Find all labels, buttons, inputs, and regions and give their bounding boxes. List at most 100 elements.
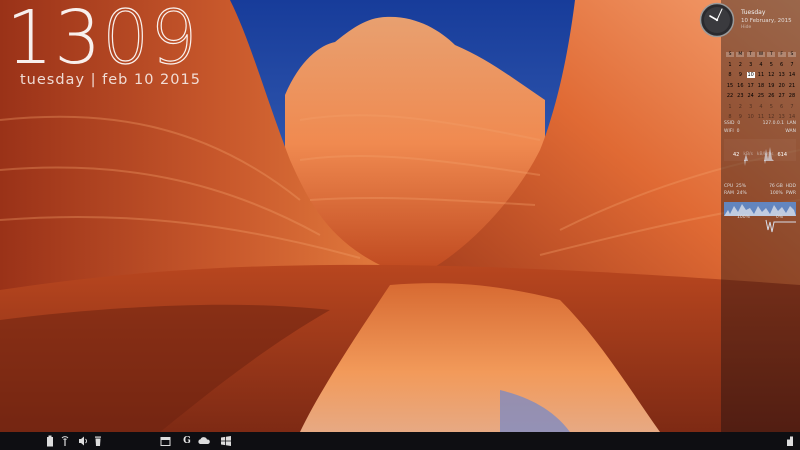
calendar-weekday: T	[767, 51, 776, 57]
ssid-value: 0	[737, 121, 741, 126]
hdd-value: 76 GB	[769, 184, 783, 189]
calendar-week: 8 9 10 11 12 13 14	[726, 70, 796, 81]
cpu-label: CPU	[724, 184, 734, 189]
calendar-week: 1 2 3 4 5 6 7	[726, 102, 796, 113]
pwr-label: PWR	[785, 191, 796, 196]
pwr-value: 100%	[769, 191, 783, 196]
calendar-day: 2	[738, 61, 742, 68]
calendar-day: 14	[788, 114, 796, 121]
notification-icon[interactable]	[786, 435, 794, 447]
system-row-bottom: 100% 0%	[724, 215, 796, 220]
calendar-day: 20	[778, 82, 785, 89]
calendar-day: 27	[778, 93, 785, 100]
volume-icon[interactable]	[78, 435, 89, 447]
calendar-day: 14	[788, 72, 796, 79]
clock-minutes: 09	[102, 0, 199, 81]
download-value: 42	[732, 152, 740, 158]
calendar-day: 21	[788, 82, 796, 89]
system-row-ram: RAM 24% 100% PWR	[724, 191, 796, 196]
calendar-widget: S M T W T F S 1 2 3 4 5 6 7 8 9 10 11 12…	[726, 49, 796, 123]
calendar-day: 3	[749, 103, 753, 110]
wifi-value: 0	[736, 129, 740, 134]
ssid-label: SSID	[724, 121, 735, 126]
calendar-weekday: T	[746, 51, 755, 57]
calendar-day: 7	[790, 103, 794, 110]
calendar-header-row: S M T W T F S	[726, 49, 796, 60]
network-row-wifi: WIFI 0 WAN	[724, 129, 796, 134]
calendar-day: 16	[737, 82, 744, 89]
calendar-day: 11	[757, 72, 765, 79]
calendar-week: 22 23 24 25 26 27 28	[726, 91, 796, 102]
calendar-day: 7	[790, 61, 794, 68]
calendar-day-today: 10	[746, 72, 755, 79]
ip-value: 127.0.0.1	[762, 121, 785, 126]
system-row-cpu: CPU 25% 76 GB HDD	[724, 184, 796, 189]
wifi-label: WIFI	[724, 129, 734, 134]
desktop-clock-widget: 13 09 tuesday | feb 10 2015	[6, 0, 201, 88]
upload-label: kB/kms	[756, 152, 774, 157]
calendar-weekday: S	[787, 51, 796, 57]
calendar-week: 1 2 3 4 5 6 7	[726, 60, 796, 71]
calendar-weekday: M	[736, 51, 745, 57]
wan-label: WAN	[785, 129, 796, 134]
calendar-day: 2	[738, 103, 742, 110]
calendar-day: 13	[778, 72, 785, 79]
calendar-day: 22	[726, 93, 734, 100]
clock-time: 13 09	[6, 0, 201, 81]
calendar-day: 6	[780, 61, 784, 68]
calendar-day: 17	[747, 82, 754, 89]
windows-logo-icon[interactable]	[220, 435, 232, 447]
calendar-day: 5	[769, 103, 773, 110]
wifi-signal-icon[interactable]	[60, 435, 70, 447]
hdd-label: HDD	[785, 184, 796, 189]
upload-value: 614	[777, 152, 788, 158]
calendar-weekday: F	[777, 51, 786, 57]
cpu-value: 25%	[736, 184, 747, 189]
date-gadget: Tuesday 10 February, 2015 Hide	[741, 9, 792, 30]
calendar-day: 12	[768, 114, 775, 121]
calendar-day: 8	[728, 72, 732, 79]
calendar-day: 11	[757, 114, 765, 121]
google-icon[interactable]: G	[182, 435, 192, 447]
lan-label: LAN	[786, 121, 796, 126]
system-bottom-right: 0%	[775, 215, 783, 220]
calendar-day: 4	[759, 61, 763, 68]
folder-icon[interactable]	[160, 435, 171, 447]
calendar-weekday: S	[726, 51, 734, 57]
calendar-day: 10	[747, 114, 754, 121]
network-row-speed: 42 kB/s kB/kms 614	[724, 152, 796, 158]
calendar-day: 28	[788, 93, 796, 100]
recycle-bin-icon[interactable]	[94, 435, 102, 447]
calendar-weekday: W	[756, 51, 765, 57]
kbps-label: kB/s	[743, 152, 753, 157]
ram-label: RAM	[724, 191, 734, 196]
calendar-day: 24	[747, 93, 754, 100]
system-bottom-left: 100%	[736, 215, 750, 220]
battery-icon[interactable]	[46, 435, 54, 447]
cloud-icon[interactable]	[197, 435, 211, 447]
clock-date: tuesday | feb 10 2015	[20, 72, 201, 88]
network-row-ssid: SSID 0 127.0.0.1 LAN	[724, 121, 796, 126]
calendar-day: 6	[780, 103, 784, 110]
calendar-day: 23	[737, 93, 744, 100]
calendar-day: 5	[769, 61, 773, 68]
calendar-week: 15 16 17 18 19 20 21	[726, 81, 796, 92]
calendar-day: 3	[749, 61, 753, 68]
calendar-day: 15	[726, 82, 734, 89]
network-upload-graph	[724, 160, 796, 166]
calendar-day: 4	[759, 103, 763, 110]
date-weekday: Tuesday	[741, 9, 766, 16]
clock-hours: 13	[6, 0, 103, 81]
calendar-day: 26	[768, 93, 775, 100]
calendar-day: 25	[757, 93, 765, 100]
analog-clock-icon	[699, 2, 735, 38]
date-note[interactable]: Hide	[741, 25, 792, 30]
calendar-day: 9	[738, 72, 742, 79]
calendar-day: 8	[728, 114, 732, 121]
calendar-day: 19	[768, 82, 775, 89]
calendar-day: 1	[728, 61, 732, 68]
calendar-day: 13	[778, 114, 785, 121]
calendar-day: 9	[738, 114, 742, 121]
calendar-day: 18	[757, 82, 765, 89]
ram-value: 24%	[736, 191, 747, 196]
